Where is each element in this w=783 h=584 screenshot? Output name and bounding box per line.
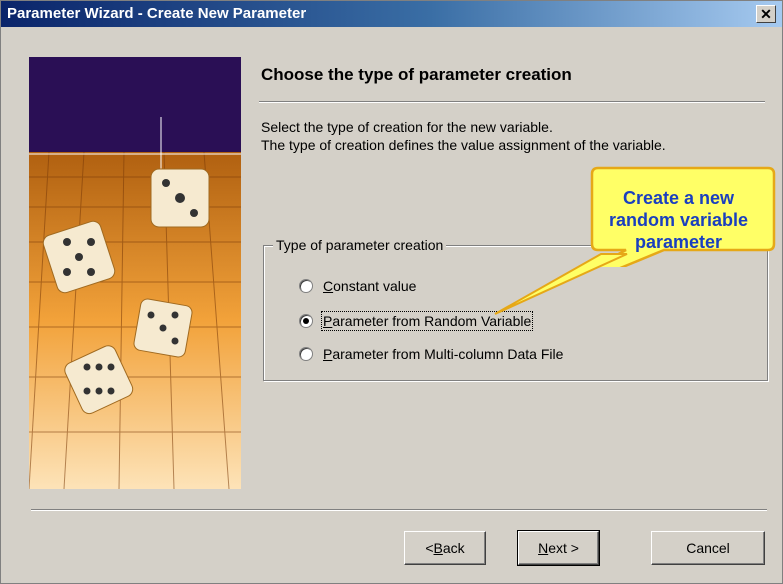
- radio-multi-column-data-file[interactable]: Parameter from Multi-column Data File: [299, 344, 563, 364]
- back-button[interactable]: < Back: [404, 531, 486, 565]
- footer-divider: [31, 509, 767, 511]
- groupbox-label: Type of parameter creation: [273, 237, 447, 253]
- radio-button-icon[interactable]: [299, 347, 313, 361]
- parameter-wizard-dialog: Parameter Wizard - Create New Parameter …: [0, 0, 783, 584]
- close-icon: ✕: [760, 6, 772, 22]
- radio-constant-value[interactable]: Constant value: [299, 276, 416, 296]
- callout-text: Create a new random variable parameter: [608, 188, 749, 252]
- dice-illustration-icon: [29, 57, 241, 489]
- radio-button-icon[interactable]: [299, 279, 313, 293]
- radio-label: Parameter from Multi-column Data File: [323, 346, 564, 362]
- description-line-2: The type of creation defines the value a…: [261, 137, 666, 153]
- cancel-button[interactable]: Cancel: [651, 531, 765, 565]
- next-button[interactable]: Next >: [517, 530, 600, 566]
- title-bar[interactable]: Parameter Wizard - Create New Parameter …: [1, 1, 782, 27]
- callout-pointer: [494, 253, 628, 315]
- radio-button-checked-icon[interactable]: [299, 314, 313, 328]
- heading-divider: [259, 101, 765, 103]
- window-title: Parameter Wizard - Create New Parameter: [7, 5, 307, 22]
- description-line-1: Select the type of creation for the new …: [261, 119, 553, 135]
- page-title: Choose the type of parameter creation: [261, 65, 572, 84]
- wizard-banner-image: [29, 57, 241, 489]
- radio-label: Constant value: [323, 278, 417, 294]
- close-button[interactable]: ✕: [756, 5, 776, 23]
